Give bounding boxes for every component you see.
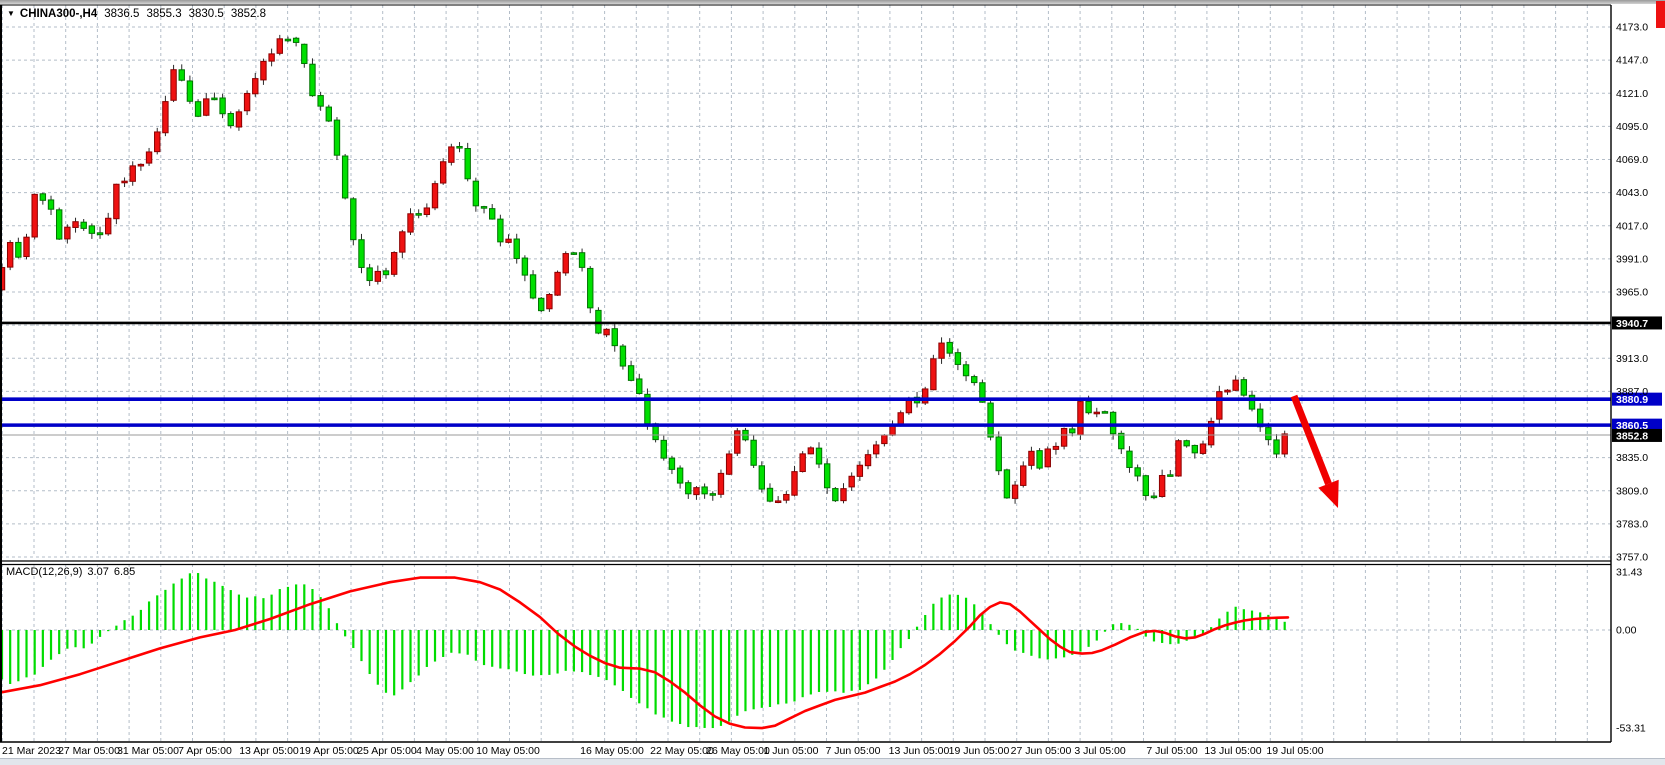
chart-title-row: ▼ CHINA300-,H4 3836.5 3855.3 3830.5 3852.8 [7,8,266,20]
symbol-dropdown-icon[interactable]: ▼ [7,9,15,18]
ohlc-open: 3836.5 [104,8,139,20]
horizontal-line-3852.8[interactable]: 3852.8 [0,429,1662,443]
window-bottom-edge [0,758,1665,765]
chart-window: 3940.73880.93860.53852.84173.04147.04121… [0,0,1665,765]
ohlc-low: 3830.5 [189,8,224,20]
time-axis[interactable] [0,743,1611,758]
macd-name: MACD(12,26,9) [6,566,82,578]
horizontal-line-3880.9[interactable]: 3880.9 [0,393,1662,407]
macd-main-value: 3.07 [87,566,108,578]
price-axis[interactable] [1612,5,1665,742]
macd-signal-line [0,578,1288,729]
ohlc-high: 3855.3 [146,8,181,20]
macd-signal-value: 6.85 [114,566,135,578]
horizontal-line-3860.5[interactable]: 3860.5 [0,419,1662,433]
macd-indicator-label: MACD(12,26,9) 3.07 6.85 [6,566,140,578]
chart-canvas[interactable]: 3940.73880.93860.53852.84173.04147.04121… [0,0,1665,765]
candles-layer [0,35,1287,504]
macd-histogram-layer [1,573,1286,728]
horizontal-line-3940.7[interactable]: 3940.7 [0,316,1662,330]
ohlc-close: 3852.8 [231,8,266,20]
symbol-period-label: CHINA300-,H4 [20,8,97,20]
